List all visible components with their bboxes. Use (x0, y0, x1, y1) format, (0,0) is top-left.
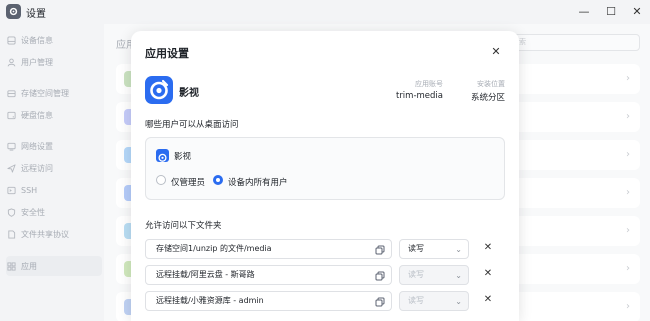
install-location-label: 安装位置 (477, 80, 505, 88)
network-icon (6, 141, 16, 151)
sidebar-item-label: 应用 (21, 261, 37, 271)
access-app-name: 影视 (174, 152, 192, 162)
folder-path: 远程挂载/小雅资源库 - admin (156, 296, 264, 305)
sidebar-item-label: 硬盘信息 (21, 110, 53, 120)
dialog-title: 应用设置 (145, 47, 189, 60)
install-location-value: 系统分区 (470, 93, 505, 103)
folder-path: 远程挂载/阿里云盘 - 斯哥路 (156, 270, 255, 279)
minimize-button[interactable]: — (577, 5, 591, 19)
shield-icon (6, 207, 16, 217)
app-account-label: 应用账号 (415, 80, 443, 88)
sidebar-item-label: 用户管理 (21, 57, 53, 67)
admin-only-radio[interactable] (156, 175, 166, 185)
window-close-button[interactable]: ✕ (630, 5, 644, 19)
all-users-radio[interactable] (213, 175, 223, 185)
video-app-icon (156, 149, 169, 162)
sidebar-item-user-management[interactable]: 用户管理 (6, 52, 102, 72)
terminal-icon (6, 185, 16, 195)
sidebar-item-remote-access[interactable]: 远程访问 (6, 158, 102, 178)
maximize-button[interactable]: ☐ (604, 5, 618, 19)
remove-folder-button[interactable]: ✕ (481, 267, 495, 281)
chevron-down-icon: ⌄ (455, 271, 462, 280)
device-icon (6, 35, 16, 45)
folder-access-heading: 允许访问以下文件夹 (145, 221, 222, 231)
copy-icon[interactable] (375, 244, 385, 255)
sidebar-item-device-info[interactable]: 设备信息 (6, 30, 102, 50)
settings-app-logo-icon (6, 4, 21, 19)
sidebar-item-storage[interactable]: 存储空间管理 (6, 83, 102, 103)
apps-icon (6, 261, 16, 271)
remove-folder-button[interactable]: ✕ (481, 293, 495, 307)
app-account-value: trim-media (395, 91, 443, 101)
app-name: 影视 (179, 88, 199, 99)
copy-icon[interactable] (375, 296, 385, 307)
folder-path: 存储空间1/unzip 的文件/media (156, 244, 272, 253)
user-icon (6, 57, 16, 67)
folder-row: 远程挂载/小雅资源库 - admin 读写 ⌄ ✕ (145, 291, 505, 311)
sidebar-item-apps[interactable]: 应用 (6, 256, 102, 276)
all-users-label[interactable]: 设备内所有用户 (228, 176, 288, 188)
folder-path-field[interactable]: 远程挂载/小雅资源库 - admin (145, 291, 392, 311)
sidebar-item-disk-info[interactable]: 硬盘信息 (6, 105, 102, 125)
file-share-icon (6, 229, 16, 239)
chevron-right-icon: › (626, 149, 630, 160)
sidebar-item-label: 设备信息 (21, 35, 53, 45)
chevron-right-icon: › (626, 187, 630, 198)
sidebar-item-network[interactable]: 网络设置 (6, 136, 102, 156)
sidebar-item-label: 存储空间管理 (21, 88, 69, 98)
permission-select: 读写 ⌄ (399, 291, 469, 311)
folder-row: 远程挂载/阿里云盘 - 斯哥路 读写 ⌄ ✕ (145, 265, 505, 285)
dialog-close-button[interactable]: ✕ (489, 45, 503, 59)
video-app-icon (145, 76, 173, 104)
permission-select[interactable]: 读写 ⌄ (399, 239, 469, 259)
remove-folder-button[interactable]: ✕ (481, 241, 495, 255)
sidebar: 设备信息 用户管理 存储空间管理 硬盘信息 网络设置 远程访问 SSH 安全性 … (0, 24, 104, 321)
sidebar-item-label: 网络设置 (21, 141, 53, 151)
folder-path-field[interactable]: 远程挂载/阿里云盘 - 斯哥路 (145, 265, 392, 285)
chevron-right-icon: › (626, 73, 630, 84)
sidebar-item-label: 文件共享协议 (21, 229, 69, 239)
storage-icon (6, 88, 16, 98)
folder-row: 存储空间1/unzip 的文件/media 读写 ⌄ ✕ (145, 239, 505, 259)
permission-value: 读写 (408, 270, 424, 279)
permission-select: 读写 ⌄ (399, 265, 469, 285)
admin-only-label[interactable]: 仅管理员 (171, 176, 205, 188)
chevron-right-icon: › (626, 263, 630, 274)
folder-path-field[interactable]: 存储空间1/unzip 的文件/media (145, 239, 392, 259)
chevron-right-icon: › (626, 111, 630, 122)
disk-icon (6, 110, 16, 120)
search-input[interactable]: 索 (508, 34, 640, 51)
remote-icon (6, 163, 16, 173)
app-settings-dialog: 应用设置 ✕ 影视 应用账号 trim-media 安装位置 系统分区 哪些用户… (131, 31, 519, 321)
sidebar-item-label: SSH (21, 185, 38, 195)
sidebar-item-security[interactable]: 安全性 (6, 202, 102, 222)
sidebar-item-label: 安全性 (21, 207, 45, 217)
window-title: 设置 (26, 9, 46, 20)
chevron-down-icon: ⌄ (455, 297, 462, 306)
chevron-right-icon: › (626, 225, 630, 236)
copy-icon[interactable] (375, 270, 385, 281)
sidebar-item-file-share[interactable]: 文件共享协议 (6, 224, 102, 244)
permission-value: 读写 (408, 296, 424, 305)
desktop-access-heading: 哪些用户可以从桌面访问 (145, 120, 239, 130)
desktop-access-box: 影视 仅管理员 设备内所有用户 (145, 137, 505, 200)
sidebar-item-label: 远程访问 (21, 163, 53, 173)
title-bar: 设置 — ☐ ✕ (0, 0, 650, 24)
sidebar-item-ssh[interactable]: SSH (6, 180, 102, 200)
chevron-down-icon: ⌄ (455, 245, 462, 254)
chevron-right-icon: › (626, 301, 630, 312)
permission-value: 读写 (408, 244, 424, 253)
